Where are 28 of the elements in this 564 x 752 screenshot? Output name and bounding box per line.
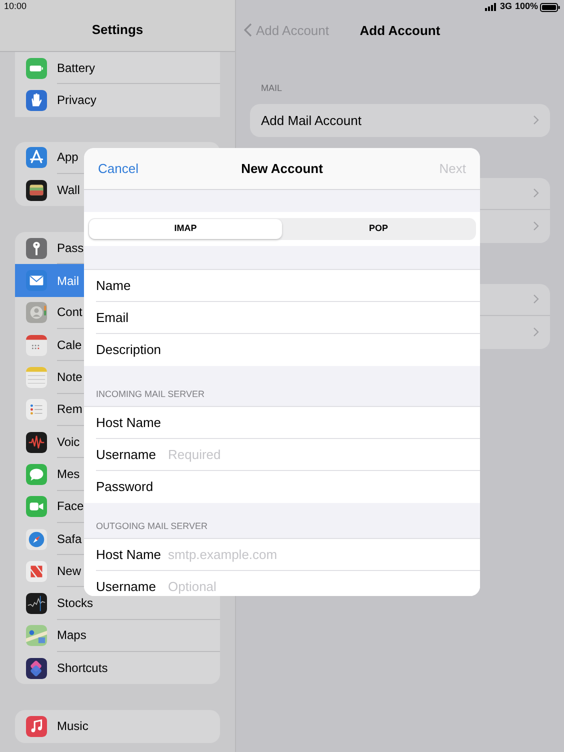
settings-label: Face [57,498,84,516]
settings-label: Safa [57,530,82,548]
settings-label: App [57,149,78,166]
settings-label: Shortcuts [57,660,108,678]
settings-label: Voic [57,434,80,451]
status-time: 10:00 [4,0,27,14]
network-label: 3G [500,0,512,14]
section-header: MAIL [261,83,282,93]
settings-label: Cont [57,304,82,322]
battery-percent: 100% [514,0,538,14]
dialog-title: New Account [241,160,323,176]
settings-label: Mail [57,272,80,290]
settings-label: Music [57,718,88,736]
settings-label: Note [57,369,82,386]
settings-label: Battery [57,60,96,77]
settings-label: Maps [57,627,86,644]
sidebar-title: Settings [92,20,144,39]
settings-label: New [57,562,82,580]
section-header: OUTGOING MAIL SERVER [96,520,208,532]
settings-label: Cale [57,336,82,354]
settings-label: Stocks [57,595,94,612]
settings-label: Pass [57,240,84,257]
settings-label: Mes [57,466,80,483]
page-title: Add Account [360,22,440,38]
settings-label: Privacy [57,92,96,110]
settings-label: Rem [57,401,82,418]
section-header: INCOMING MAIL SERVER [96,388,205,400]
settings-label: Wall [57,182,80,200]
